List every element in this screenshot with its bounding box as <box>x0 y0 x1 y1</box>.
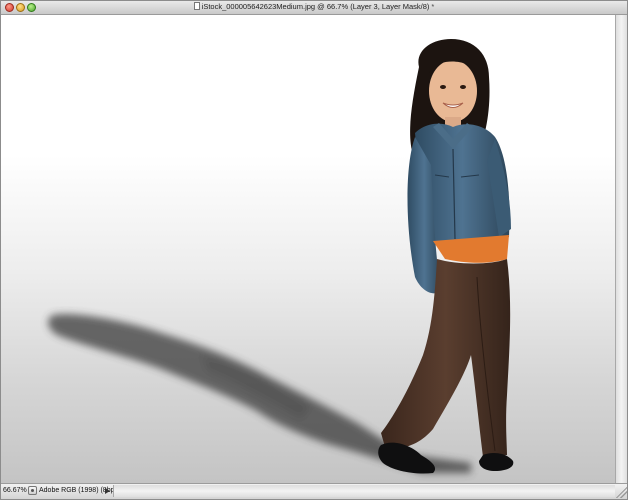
status-menu-arrow-icon[interactable] <box>105 488 110 494</box>
window-title: iStock_000005642623Medium.jpg @ 66.7% (L… <box>1 2 627 11</box>
horizontal-scrollbar[interactable] <box>113 485 615 497</box>
document-icon <box>193 2 200 10</box>
title-bar[interactable]: iStock_000005642623Medium.jpg @ 66.7% (L… <box>1 1 627 15</box>
photo-artwork <box>48 39 514 474</box>
window-title-text: iStock_000005642623Medium.jpg @ 66.7% (L… <box>201 2 430 11</box>
girl-figure <box>378 39 514 474</box>
zoom-level-field[interactable]: 66.67% <box>3 486 27 496</box>
title-unsaved-marker: * <box>431 2 435 11</box>
status-bar: 66.67% Adobe RGB (1998) (8bpc) <box>1 483 627 499</box>
image-canvas[interactable] <box>1 15 615 483</box>
vertical-scrollbar[interactable] <box>615 15 627 483</box>
status-info-icon[interactable] <box>28 486 37 495</box>
resize-grip-icon[interactable] <box>615 485 627 498</box>
document-window: iStock_000005642623Medium.jpg @ 66.7% (L… <box>0 0 628 500</box>
